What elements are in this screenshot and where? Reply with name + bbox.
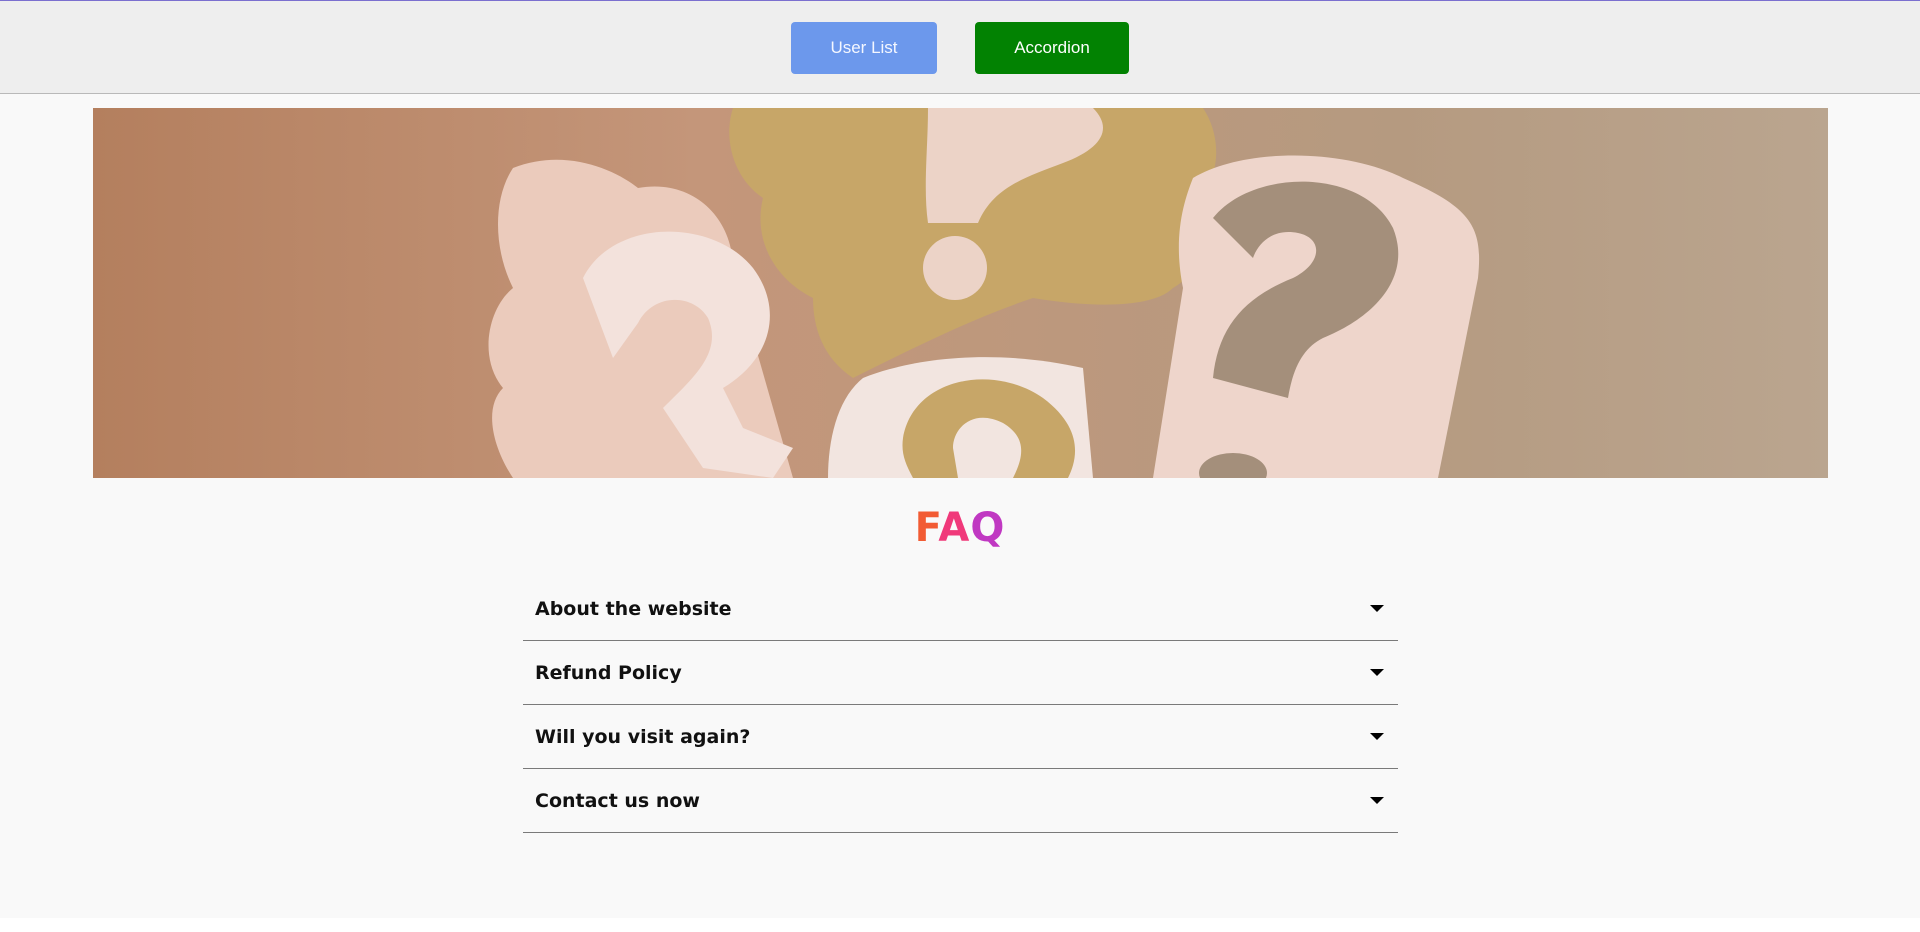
accordion-item-label: Refund Policy bbox=[535, 661, 682, 684]
hero-banner-image bbox=[93, 108, 1828, 478]
accordion-item-contact-us[interactable]: Contact us now bbox=[523, 769, 1398, 833]
accordion-item-label: Will you visit again? bbox=[535, 725, 751, 748]
faq-accordion: About the website Refund Policy Will you… bbox=[523, 577, 1398, 833]
faq-title-letter-f: F bbox=[914, 505, 939, 551]
page: User List Accordion FAQ About the websit… bbox=[0, 0, 1920, 918]
accordion-item-about-website[interactable]: About the website bbox=[523, 577, 1398, 641]
caret-down-icon[interactable] bbox=[1370, 797, 1384, 804]
top-nav-bar: User List Accordion bbox=[0, 0, 1920, 94]
faq-title-letter-a: A bbox=[938, 505, 971, 551]
accordion-item-label: Contact us now bbox=[535, 789, 700, 812]
accordion-item-refund-policy[interactable]: Refund Policy bbox=[523, 641, 1398, 705]
faq-title-letter-q: Q bbox=[970, 505, 1006, 551]
faq-title: FAQ bbox=[0, 505, 1920, 551]
caret-down-icon[interactable] bbox=[1370, 669, 1384, 676]
caret-down-icon[interactable] bbox=[1370, 605, 1384, 612]
caret-down-icon[interactable] bbox=[1370, 733, 1384, 740]
user-list-button[interactable]: User List bbox=[791, 22, 937, 74]
accordion-button[interactable]: Accordion bbox=[975, 22, 1129, 74]
accordion-item-label: About the website bbox=[535, 597, 732, 620]
accordion-item-visit-again[interactable]: Will you visit again? bbox=[523, 705, 1398, 769]
